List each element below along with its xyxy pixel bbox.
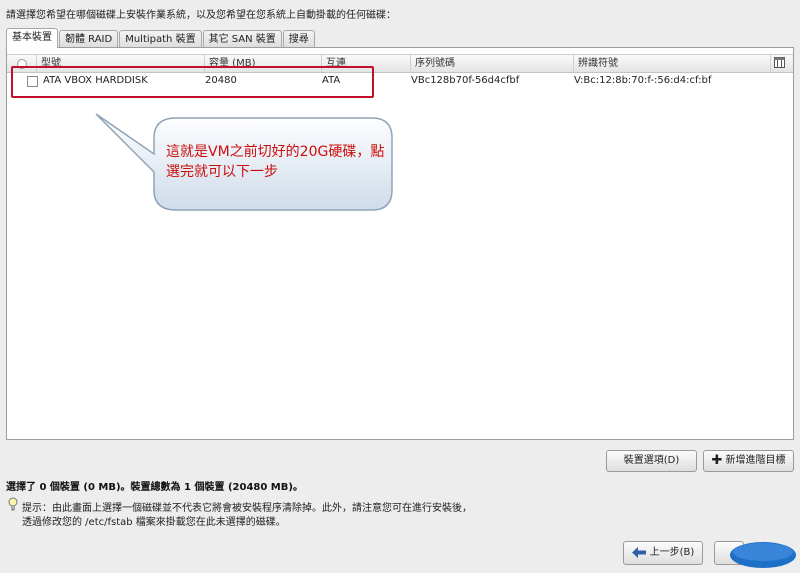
annotation-text: 這就是VM之前切好的20G硬碟，點選完就可以下一步 [166, 144, 385, 180]
selection-status: 選擇了 0 個裝置 (0 MB)。裝置總數為 1 個裝置 (20480 MB)。 [6, 482, 303, 493]
arrow-left-icon [631, 546, 646, 558]
tab-search[interactable]: 搜尋 [282, 30, 315, 48]
add-advanced-target-label: 新增進階目標 [725, 455, 786, 466]
column-header-identifier[interactable]: 辨識符號 [574, 55, 771, 72]
select-all-column[interactable] [7, 55, 37, 72]
tab-basic-devices[interactable]: 基本裝置 [6, 28, 58, 48]
back-button-label: 上一步(B) [649, 547, 695, 558]
device-capacity: 20480 [205, 75, 237, 86]
tab-firmware-raid[interactable]: 韌體 RAID [59, 30, 119, 48]
column-header-capacity[interactable]: 容量 (MB) [205, 55, 322, 72]
add-advanced-target-button[interactable]: ✚ 新增進階目標 [703, 450, 794, 472]
column-chooser-icon[interactable] [774, 57, 785, 68]
column-header-interconnect[interactable]: 互連 [322, 55, 411, 72]
device-model: ATA VBOX HARDDISK [43, 75, 148, 86]
table-row[interactable]: ATA VBOX HARDDISK 20480 ATA VBc128b70f-5… [9, 72, 791, 90]
it-bang-watermark-logo [728, 540, 798, 570]
column-header-serial[interactable]: 序列號碼 [411, 55, 574, 72]
select-all-radio[interactable] [17, 59, 27, 69]
table-header: 型號 容量 (MB) 互連 序列號碼 辨識符號 [7, 54, 793, 73]
device-options-button[interactable]: 裝置選項(D) [606, 450, 697, 472]
lightbulb-icon [8, 497, 18, 511]
instruction-text: 請選擇您希望在哪個磁碟上安裝作業系統，以及您希望在您系統上自動掛載的任何磁碟： [6, 10, 396, 21]
device-serial: VBc128b70f-56d4cfbf [411, 75, 520, 86]
hint-text-line2: 透過修改您的 /etc/fstab 檔案來掛載您在此未選擇的磁碟。 [22, 517, 286, 528]
back-button[interactable]: 上一步(B) [623, 541, 703, 565]
tab-multipath-devices[interactable]: Multipath 裝置 [119, 30, 202, 48]
device-interconnect: ATA [322, 75, 341, 86]
device-identifier: V:Bc:12:8b:70:f-:56:d4:cf:bf [574, 75, 712, 86]
device-list-panel: 型號 容量 (MB) 互連 序列號碼 辨識符號 ATA VBOX HARDDIS… [6, 47, 794, 440]
tab-other-san-devices[interactable]: 其它 SAN 裝置 [202, 30, 282, 48]
plus-icon: ✚ [711, 453, 723, 468]
device-type-tabs: 基本裝置 韌體 RAID Multipath 裝置 其它 SAN 裝置 搜尋 [6, 28, 316, 48]
device-checkbox[interactable] [27, 76, 38, 87]
hint-text-line1: 提示：由此畫面上選擇一個磁碟並不代表它將會被安裝程序清除掉。此外，請注意您可在進… [22, 503, 472, 514]
column-header-model[interactable]: 型號 [37, 55, 205, 72]
